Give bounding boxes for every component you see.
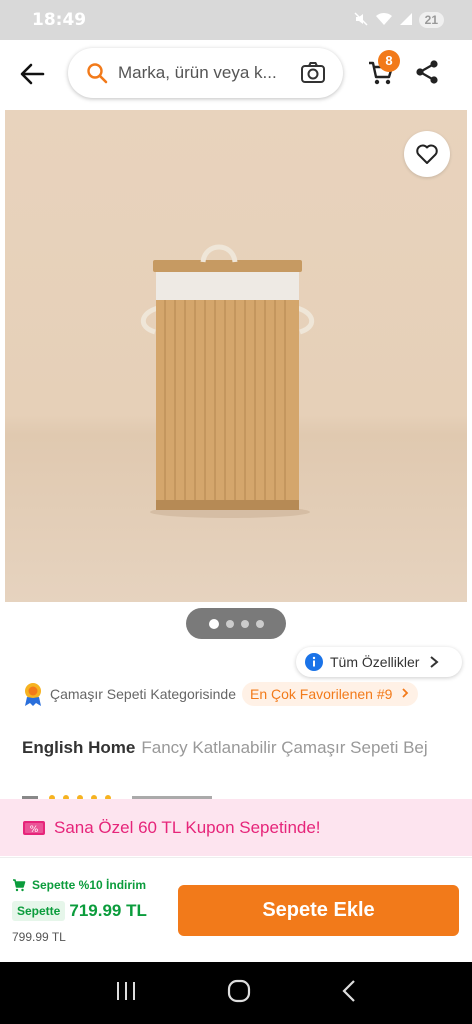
- pager-dot[interactable]: [240, 619, 249, 628]
- nav-home-button[interactable]: [227, 979, 251, 1008]
- status-icons: 21: [353, 11, 444, 30]
- nav-home-icon: [227, 979, 251, 1002]
- laundry-basket-illustration: [140, 244, 315, 518]
- product-name: Fancy Katlanabilir Çamaşır Sepeti Bej: [141, 738, 428, 757]
- nav-back-button[interactable]: [340, 979, 358, 1008]
- favorite-button[interactable]: [404, 131, 450, 177]
- favorite-rank-label: En Çok Favorilenen #9: [250, 686, 393, 702]
- price-row: Sepette 719.99 TL: [12, 901, 147, 921]
- discount-text: Sepette %10 İndirim: [32, 878, 147, 892]
- coupon-text: Sana Özel 60 TL Kupon Sepetinde!: [54, 817, 321, 837]
- camera-icon: [301, 62, 325, 83]
- purchase-bar: Sepette %10 İndirim Sepette 719.99 TL 79…: [0, 857, 472, 961]
- cart-count-badge: 8: [378, 50, 400, 72]
- search-placeholder: Marka, ürün veya k...: [118, 63, 277, 82]
- share-icon: [416, 60, 438, 84]
- price: 719.99 TL: [69, 901, 147, 920]
- pager-dot[interactable]: [255, 619, 264, 628]
- status-time: 18:49: [32, 10, 87, 30]
- product-title: English Home Fancy Katlanabilir Çamaşır S…: [22, 737, 442, 759]
- all-specs-button[interactable]: Tüm Özellikler: [296, 647, 462, 677]
- heart-icon: [416, 144, 438, 164]
- svg-text:%: %: [30, 825, 39, 835]
- coupon-icon: %: [23, 820, 45, 835]
- nav-recents-icon: [117, 981, 136, 1000]
- system-nav-bar: [0, 962, 472, 1024]
- wifi-icon: [375, 12, 393, 29]
- share-button[interactable]: [414, 58, 442, 90]
- info-icon: [305, 653, 323, 671]
- pager-dot[interactable]: [225, 619, 234, 628]
- signal-icon: [399, 12, 413, 29]
- category-ranking: Çamaşır Sepeti Kategorisinde En Çok Favo…: [22, 680, 462, 708]
- product-brand[interactable]: English Home: [22, 738, 135, 757]
- mute-icon: [353, 11, 369, 30]
- chevron-right-icon: [430, 656, 440, 668]
- discount-row: Sepette %10 İndirim: [12, 878, 146, 892]
- nav-back-icon: [342, 979, 355, 1002]
- cart-price-label: Sepette: [12, 901, 66, 921]
- header: Marka, ürün veya k... 8: [0, 40, 472, 106]
- cart-small-icon: [13, 878, 26, 891]
- product-image[interactable]: [5, 110, 467, 602]
- search-icon: [87, 63, 108, 84]
- category-text: Çamaşır Sepeti Kategorisinde: [50, 686, 236, 702]
- nav-recents-button[interactable]: [114, 980, 138, 1007]
- search-input[interactable]: Marka, ürün veya k...: [68, 48, 343, 98]
- award-badge-icon: [25, 683, 41, 706]
- favorite-rank-link[interactable]: En Çok Favorilenen #9: [242, 682, 419, 706]
- add-to-cart-button[interactable]: Sepete Ekle: [178, 885, 459, 936]
- back-button[interactable]: [16, 58, 48, 90]
- back-arrow-icon: [20, 63, 45, 85]
- all-specs-label: Tüm Özellikler: [330, 654, 420, 670]
- status-bar: 18:49 21: [0, 0, 472, 40]
- pager-dot[interactable]: [208, 618, 219, 629]
- camera-search-button[interactable]: [299, 60, 327, 86]
- image-pager: [186, 608, 286, 639]
- old-price: 799.99 TL: [12, 930, 66, 944]
- coupon-banner[interactable]: % Sana Özel 60 TL Kupon Sepetinde!: [0, 799, 472, 856]
- battery-indicator: 21: [418, 12, 444, 28]
- chevron-right-icon: [402, 688, 409, 698]
